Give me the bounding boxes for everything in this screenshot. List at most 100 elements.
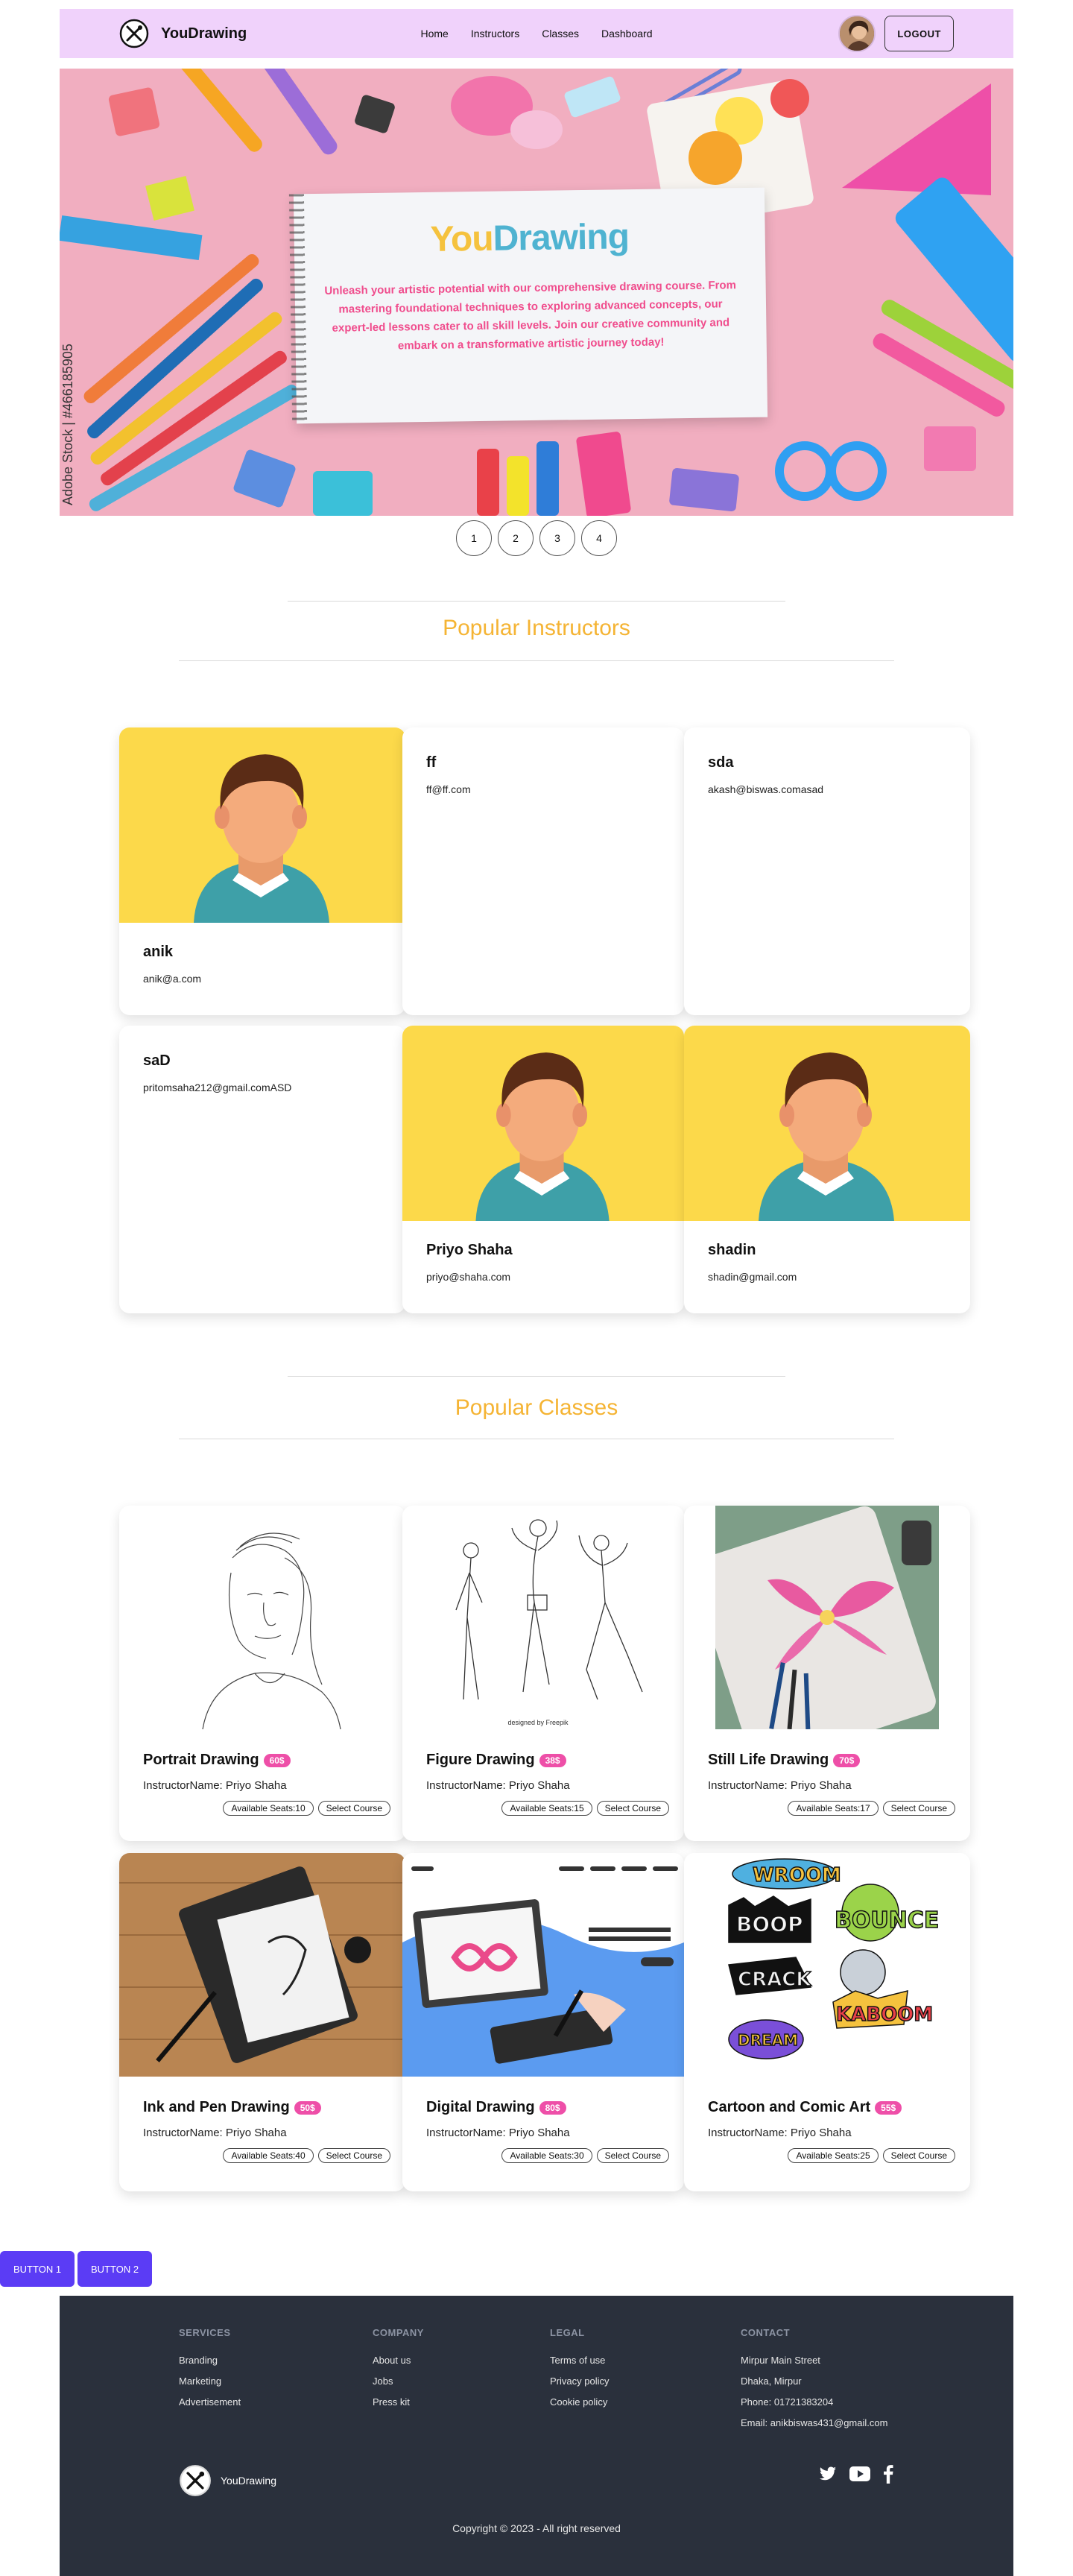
footer-column-legal: LEGAL Terms of use Privacy policy Cookie…: [550, 2327, 609, 2417]
class-title-text: Cartoon and Comic Art: [708, 2099, 871, 2115]
class-image-figure: designed by Freepik: [426, 1506, 657, 1729]
contact-address: Mirpur Main Street: [741, 2355, 820, 2366]
nav-link-home[interactable]: Home: [420, 28, 448, 40]
class-instructor: InstructorName: Priyo Shaha: [143, 2127, 287, 2139]
contact-email: Email: anikbiswas431@gmail.com: [741, 2417, 888, 2428]
select-course-button[interactable]: Select Course: [596, 1801, 669, 1816]
instructor-avatar-image: [119, 727, 405, 923]
instructor-card[interactable]: sda akash@biswas.comasad: [684, 727, 970, 1015]
divider: [288, 1376, 785, 1377]
footer-link[interactable]: Marketing: [179, 2375, 241, 2387]
hero-title: YouDrawing: [294, 215, 765, 262]
divider: [288, 601, 785, 602]
footer-heading: CONTACT: [741, 2327, 791, 2338]
divider: [179, 660, 894, 661]
footer-link[interactable]: Branding: [179, 2355, 241, 2366]
price-badge: 50$: [294, 2100, 321, 2115]
social-links: [818, 2464, 894, 2484]
comic-word-3: BOUNCE: [835, 1907, 939, 1933]
comic-word-1: WROOM: [753, 1864, 841, 1887]
brand-name: YouDrawing: [161, 25, 247, 42]
class-instructor: InstructorName: Priyo Shaha: [143, 1779, 287, 1792]
slide-button-3[interactable]: 3: [539, 520, 575, 556]
instructor-email: shadin@gmail.com: [708, 1271, 797, 1283]
available-seats-pill: Available Seats:30: [501, 2148, 592, 2163]
instructor-name: anik: [143, 944, 174, 960]
avatar[interactable]: [838, 15, 876, 52]
instructor-card[interactable]: Priyo Shaha priyo@shaha.com: [402, 1026, 684, 1313]
logout-button[interactable]: LOGOUT: [884, 16, 954, 51]
comic-word-2: BOOP: [736, 1912, 803, 1936]
comic-word-6: DREAM: [738, 2031, 798, 2049]
price-badge: 38$: [539, 1753, 566, 1767]
select-course-button[interactable]: Select Course: [596, 2148, 669, 2163]
class-title: Still Life Drawing 70$: [708, 1752, 955, 1769]
instructor-card[interactable]: ff ff@ff.com: [402, 727, 684, 1015]
nav-link-classes[interactable]: Classes: [542, 28, 579, 40]
instructor-email: pritomsaha212@gmail.comASD: [143, 1082, 292, 1093]
footer-link[interactable]: About us: [373, 2355, 424, 2366]
price-badge: 70$: [833, 1753, 861, 1767]
footer-link[interactable]: Terms of use: [550, 2355, 609, 2366]
nav-link-dashboard[interactable]: Dashboard: [601, 28, 653, 40]
youtube-icon[interactable]: [849, 2466, 870, 2482]
hero-banner: YouDrawing Unleash your artistic potenti…: [60, 69, 1013, 516]
carousel-pagination: 1 2 3 4: [0, 520, 1073, 556]
footer: SERVICES Branding Marketing Advertisemen…: [60, 2296, 1013, 2576]
class-card[interactable]: Still Life Drawing 70$ InstructorName: Pr…: [684, 1506, 970, 1841]
price-badge: 60$: [263, 1753, 291, 1767]
class-card[interactable]: designed by Freepik Figure Drawing 38$ In…: [402, 1506, 684, 1841]
available-seats-pill: Available Seats:25: [788, 2148, 879, 2163]
brand[interactable]: YouDrawing: [119, 19, 247, 48]
class-title: Figure Drawing 38$: [426, 1752, 669, 1769]
slide-button-4[interactable]: 4: [581, 520, 617, 556]
footer-link[interactable]: Advertisement: [179, 2396, 241, 2408]
select-course-button[interactable]: Select Course: [317, 1801, 390, 1816]
price-badge: 80$: [539, 2100, 566, 2115]
instructor-avatar-image: [402, 1026, 684, 1221]
footer-link[interactable]: Privacy policy: [550, 2375, 609, 2387]
logo-icon: [119, 19, 149, 48]
instructor-name: Priyo Shaha: [426, 1242, 513, 1258]
instructors-heading: Popular Instructors: [443, 616, 630, 640]
class-card[interactable]: Digital Drawing 80$ InstructorName: Priyo…: [402, 1853, 684, 2191]
classes-heading: Popular Classes: [455, 1395, 618, 1420]
footer-link[interactable]: Cookie policy: [550, 2396, 609, 2408]
select-course-button[interactable]: Select Course: [882, 1801, 955, 1816]
select-course-button[interactable]: Select Course: [882, 2148, 955, 2163]
class-instructor: InstructorName: Priyo Shaha: [426, 1779, 570, 1792]
footer-column-company: COMPANY About us Jobs Press kit: [373, 2327, 424, 2417]
contact-city: Dhaka, Mirpur: [741, 2375, 802, 2387]
slide-button-1[interactable]: 1: [456, 520, 492, 556]
class-instructor: InstructorName: Priyo Shaha: [426, 2127, 570, 2139]
classes-grid: Portrait Drawing 60$ InstructorName: Priy…: [119, 1506, 970, 2191]
class-image-digital: [402, 1853, 684, 2077]
facebook-icon[interactable]: [882, 2464, 894, 2484]
comic-word-5: KABOOM: [836, 2004, 933, 2026]
instructor-email: priyo@shaha.com: [426, 1271, 511, 1283]
instructor-card[interactable]: shadin shadin@gmail.com: [684, 1026, 970, 1313]
class-card[interactable]: Portrait Drawing 60$ InstructorName: Priy…: [119, 1506, 405, 1841]
nav-link-instructors[interactable]: Instructors: [471, 28, 519, 40]
footer-link[interactable]: Jobs: [373, 2375, 424, 2387]
slide-button-2[interactable]: 2: [498, 520, 534, 556]
class-card[interactable]: WROOM BOOP BOUNCE CRACK KABOOM DREAM Car…: [684, 1853, 970, 2191]
button-2[interactable]: BUTTON 2: [77, 2251, 153, 2287]
instructor-name: shadin: [708, 1242, 756, 1258]
select-course-button[interactable]: Select Course: [317, 2148, 390, 2163]
class-card[interactable]: Ink and Pen Drawing 50$ InstructorName: P…: [119, 1853, 405, 2191]
button-1[interactable]: BUTTON 1: [0, 2251, 75, 2287]
instructor-card[interactable]: anik anik@a.com: [119, 727, 405, 1015]
contact-phone: Phone: 01721383204: [741, 2396, 834, 2408]
available-seats-pill: Available Seats:10: [223, 1801, 314, 1816]
footer-brand[interactable]: YouDrawing: [179, 2464, 276, 2497]
nav-right: LOGOUT: [838, 15, 954, 52]
instructor-email: anik@a.com: [143, 973, 202, 985]
twitter-icon[interactable]: [818, 2465, 838, 2483]
class-title-text: Ink and Pen Drawing: [143, 2099, 290, 2115]
instructor-card[interactable]: saD pritomsaha212@gmail.comASD: [119, 1026, 405, 1313]
available-seats-pill: Available Seats:15: [501, 1801, 592, 1816]
class-title: Portrait Drawing 60$: [143, 1752, 390, 1769]
stock-watermark: Adobe Stock | #466185905: [60, 344, 75, 505]
footer-link[interactable]: Press kit: [373, 2396, 424, 2408]
